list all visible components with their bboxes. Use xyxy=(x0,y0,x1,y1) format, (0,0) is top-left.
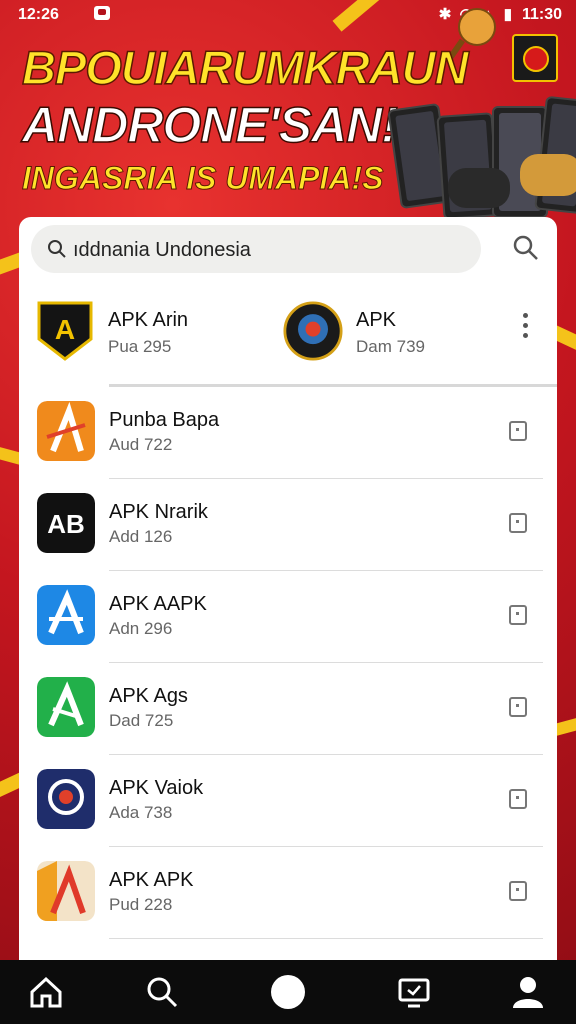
search-bar[interactable] xyxy=(31,225,481,273)
notification-icon xyxy=(94,6,110,20)
orange-a-icon xyxy=(37,401,95,461)
brand-badge-icon xyxy=(512,34,558,82)
list-item[interactable]: APK APK Pud 228 xyxy=(19,847,557,939)
install-icon[interactable] xyxy=(509,513,527,533)
app-title: Punba Bapa xyxy=(109,409,220,431)
app-meta: Ada 738 xyxy=(109,803,173,822)
featured-item[interactable]: APK Dam 739 xyxy=(283,299,483,369)
discover-icon[interactable] xyxy=(142,972,182,1012)
more-options-icon[interactable] xyxy=(515,313,535,349)
search-icon[interactable] xyxy=(511,233,541,263)
featured-sub: Dam 739 xyxy=(356,337,425,356)
list-item[interactable]: AB APK Nrarik Add 126 xyxy=(19,479,557,571)
featured-sub: Pua 295 xyxy=(108,337,172,356)
navy-emblem-icon xyxy=(37,769,95,829)
list-item[interactable]: APK AAPK Adn 296 xyxy=(19,571,557,663)
banner-headline-1: BPOUIARUMKRAUN xyxy=(21,40,469,95)
app-meta: Adn 296 xyxy=(109,619,173,638)
app-meta: Add 126 xyxy=(109,527,173,546)
featured-name: APK xyxy=(356,309,397,331)
list-item[interactable]: Punba Bapa Aud 722 xyxy=(19,387,557,479)
content-card: A APK Arin Pua 295 APK Dam 739 Punba Bap… xyxy=(19,217,557,977)
app-title: APK APK xyxy=(109,869,194,891)
svg-text:AB: AB xyxy=(47,509,85,539)
install-icon[interactable] xyxy=(509,697,527,717)
install-icon[interactable] xyxy=(509,421,527,441)
blue-a-icon xyxy=(37,585,95,645)
tv-icon[interactable] xyxy=(394,972,434,1012)
featured-item[interactable]: A APK Arin Pua 295 xyxy=(35,299,255,369)
gamepad-icon xyxy=(520,154,576,196)
app-meta: Dad 725 xyxy=(109,711,174,730)
featured-apps: A APK Arin Pua 295 APK Dam 739 xyxy=(19,287,557,387)
profile-icon[interactable] xyxy=(508,972,548,1012)
app-title: APK Ags xyxy=(109,685,188,707)
app-meta: Pud 228 xyxy=(109,895,173,914)
search-input[interactable] xyxy=(71,233,465,267)
banner-headline-3: INGASRIA IS UMAPIA!S xyxy=(22,160,384,197)
bottom-navigation xyxy=(0,960,576,1024)
app-title: APK AAPK xyxy=(109,593,207,615)
search-icon xyxy=(48,240,66,258)
circle-icon[interactable] xyxy=(268,972,308,1012)
app-title: APK Nrarik xyxy=(109,501,208,523)
svg-text:A: A xyxy=(55,314,75,345)
red-a-icon xyxy=(37,861,95,921)
list-item[interactable]: APK Vaiok Ada 738 xyxy=(19,755,557,847)
list-item[interactable]: APK Ags Dad 725 xyxy=(19,663,557,755)
install-icon[interactable] xyxy=(509,605,527,625)
emblem-logo-icon xyxy=(283,301,343,361)
shield-logo-icon: A xyxy=(37,301,93,361)
status-time-left: 12:26 xyxy=(18,6,59,23)
install-icon[interactable] xyxy=(509,789,527,809)
app-meta: Aud 722 xyxy=(109,435,173,454)
featured-name: APK Arin xyxy=(108,309,189,331)
status-time-right: 11:30 xyxy=(521,6,562,23)
app-list: Punba Bapa Aud 722 AB APK Nrarik Add 126… xyxy=(19,387,557,939)
ab-icon: AB xyxy=(37,493,95,553)
home-icon[interactable] xyxy=(26,972,66,1012)
app-title: APK Vaiok xyxy=(109,777,204,799)
install-icon[interactable] xyxy=(509,881,527,901)
green-a-icon xyxy=(37,677,95,737)
gamepad-icon xyxy=(448,168,510,208)
banner-headline-2: ANDRONE'SAN! xyxy=(21,96,398,154)
